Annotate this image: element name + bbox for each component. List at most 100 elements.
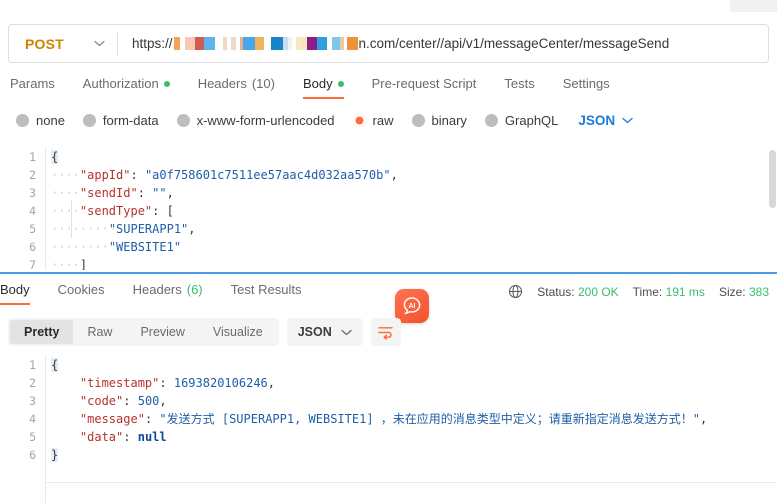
line-number: 6 [29,240,36,254]
view-mode-preview-label: Preview [140,325,185,339]
pane-splitter-handle[interactable] [0,272,777,274]
response-tab-test-results-label: Test Results [230,282,302,297]
response-tab-cookies[interactable]: Cookies [58,282,121,305]
response-size-group: Size: 383 [719,285,769,299]
tab-headers[interactable]: Headers (10) [198,76,291,99]
json-key: "message" [79,412,145,426]
raw-format-dropdown[interactable]: JSON [578,113,633,128]
response-editor-gutter: 1 2 3 4 5 6 [0,356,46,503]
body-type-raw[interactable]: raw [352,113,394,128]
request-code-area[interactable]: { ····"appId": "a0f758601c7511ee57aac4d0… [46,148,777,270]
json-key: "sendType" [79,204,153,218]
tab-body[interactable]: Body [302,76,360,99]
line-number: 3 [29,186,36,200]
body-type-radio-group: none form-data x-www-form-urlencoded raw… [16,113,633,128]
url-scheme: https:// [132,36,173,51]
response-tab-cookies-label: Cookies [57,282,105,297]
body-type-form-data-label: form-data [102,113,159,128]
response-time-group: Time: 191 ms [633,285,705,299]
tab-params-label: Params [10,76,55,91]
size-value: 383 [748,284,769,299]
request-body-editor[interactable]: 1 2 3 4 5 6 7 { ····"appId": "a0f758601c… [0,148,777,270]
json-value: "" [152,186,167,200]
tab-params[interactable]: Params [10,76,71,99]
line-number: 7 [29,258,36,270]
view-mode-raw[interactable]: Raw [73,320,126,344]
line-number: 6 [29,448,36,462]
radio-icon [176,114,190,127]
tab-tests-label: Tests [504,76,535,91]
line-number: 2 [29,376,36,390]
response-tab-headers[interactable]: Headers (6) [133,282,219,305]
tab-pre-request-script-label: Pre-request Script [371,76,477,91]
word-wrap-icon [378,326,394,340]
response-format-label: JSON [297,325,332,339]
response-format-dropdown[interactable]: JSON [286,318,363,346]
body-type-binary[interactable]: binary [411,113,467,128]
request-editor-gutter: 1 2 3 4 5 6 7 [0,148,46,270]
radio-icon [484,114,498,127]
json-key: "timestamp" [79,376,160,390]
response-view-mode-group: Pretty Raw Preview Visualize [8,318,279,346]
json-value: 500 [137,394,160,408]
view-mode-raw-label: Raw [87,325,113,339]
modified-dot-icon [337,80,344,87]
line-number: 2 [29,168,36,182]
response-body-viewer[interactable]: 1 2 3 4 5 6 { "timestamp": 1693820106246… [0,356,777,503]
svg-text:AI: AI [409,303,416,310]
view-mode-visualize-label: Visualize [212,325,263,339]
line-number: 4 [29,204,36,218]
response-code-area[interactable]: { "timestamp": 1693820106246, "code": 50… [46,356,777,503]
tab-authorization[interactable]: Authorization [83,76,186,99]
response-tab-body[interactable]: Body [0,282,46,305]
body-type-none-label: none [36,113,65,128]
response-tab-headers-label: Headers [132,282,182,297]
json-key: "sendId" [79,186,138,200]
http-method-selector[interactable]: POST [9,25,117,62]
tab-headers-label: Headers [197,76,247,91]
tab-settings[interactable]: Settings [563,76,626,99]
chevron-down-icon[interactable] [94,40,105,47]
body-type-urlencoded-label: x-www-form-urlencoded [196,113,335,128]
body-type-urlencoded[interactable]: x-www-form-urlencoded [176,113,335,128]
tab-settings-label: Settings [562,76,610,91]
status-label: Status: [537,284,575,299]
top-right-panel-chip [730,0,777,12]
size-label: Size: [718,284,746,299]
json-key: "code" [79,394,124,408]
response-editor-bottom-rule [46,482,777,483]
body-type-form-data[interactable]: form-data [82,113,159,128]
code-line: { [51,150,59,164]
line-number: 5 [29,222,36,236]
line-number: 5 [29,430,36,444]
view-mode-pretty[interactable]: Pretty [10,320,74,344]
status-code-group: Status: 200 OK [537,285,618,299]
tab-body-label: Body [302,76,333,91]
code-line: ····"appId": "a0f758601c7511ee57aac4d032… [51,168,398,182]
line-number: 1 [29,150,36,164]
body-type-graphql[interactable]: GraphQL [484,113,558,128]
word-wrap-toggle-button[interactable] [370,318,401,346]
code-line: } [51,448,59,462]
body-type-raw-label: raw [372,113,394,128]
code-line: ····"sendType": [ [51,204,174,218]
request-url-input[interactable]: https:// n.com/center//api/v1/messageCen… [118,36,768,51]
json-value: "SUPERAPP1" [108,222,189,236]
code-line: "data": null [79,430,167,444]
tab-tests[interactable]: Tests [504,76,550,99]
view-mode-visualize[interactable]: Visualize [199,320,277,344]
view-mode-preview[interactable]: Preview [126,320,198,344]
response-tab-test-results[interactable]: Test Results [231,282,318,305]
ai-speech-bubble-icon: AI [403,297,421,315]
response-tab-bar: Body Cookies Headers (6) Test Results [0,282,329,308]
response-status-bar: Status: 200 OK Time: 191 ms Size: 383 [508,284,769,299]
tab-pre-request-script[interactable]: Pre-request Script [372,76,493,99]
response-tab-headers-count: (6) [186,282,203,297]
tab-authorization-label: Authorization [82,76,159,91]
postman-request-response-view: POST https:// n.com/center//api/v1/messa… [0,0,777,503]
json-value: 1693820106246 [173,376,268,390]
body-type-none[interactable]: none [16,113,65,128]
json-key: "data" [79,430,124,444]
globe-icon [508,284,523,299]
request-editor-scrollbar-thumb[interactable] [769,150,776,208]
